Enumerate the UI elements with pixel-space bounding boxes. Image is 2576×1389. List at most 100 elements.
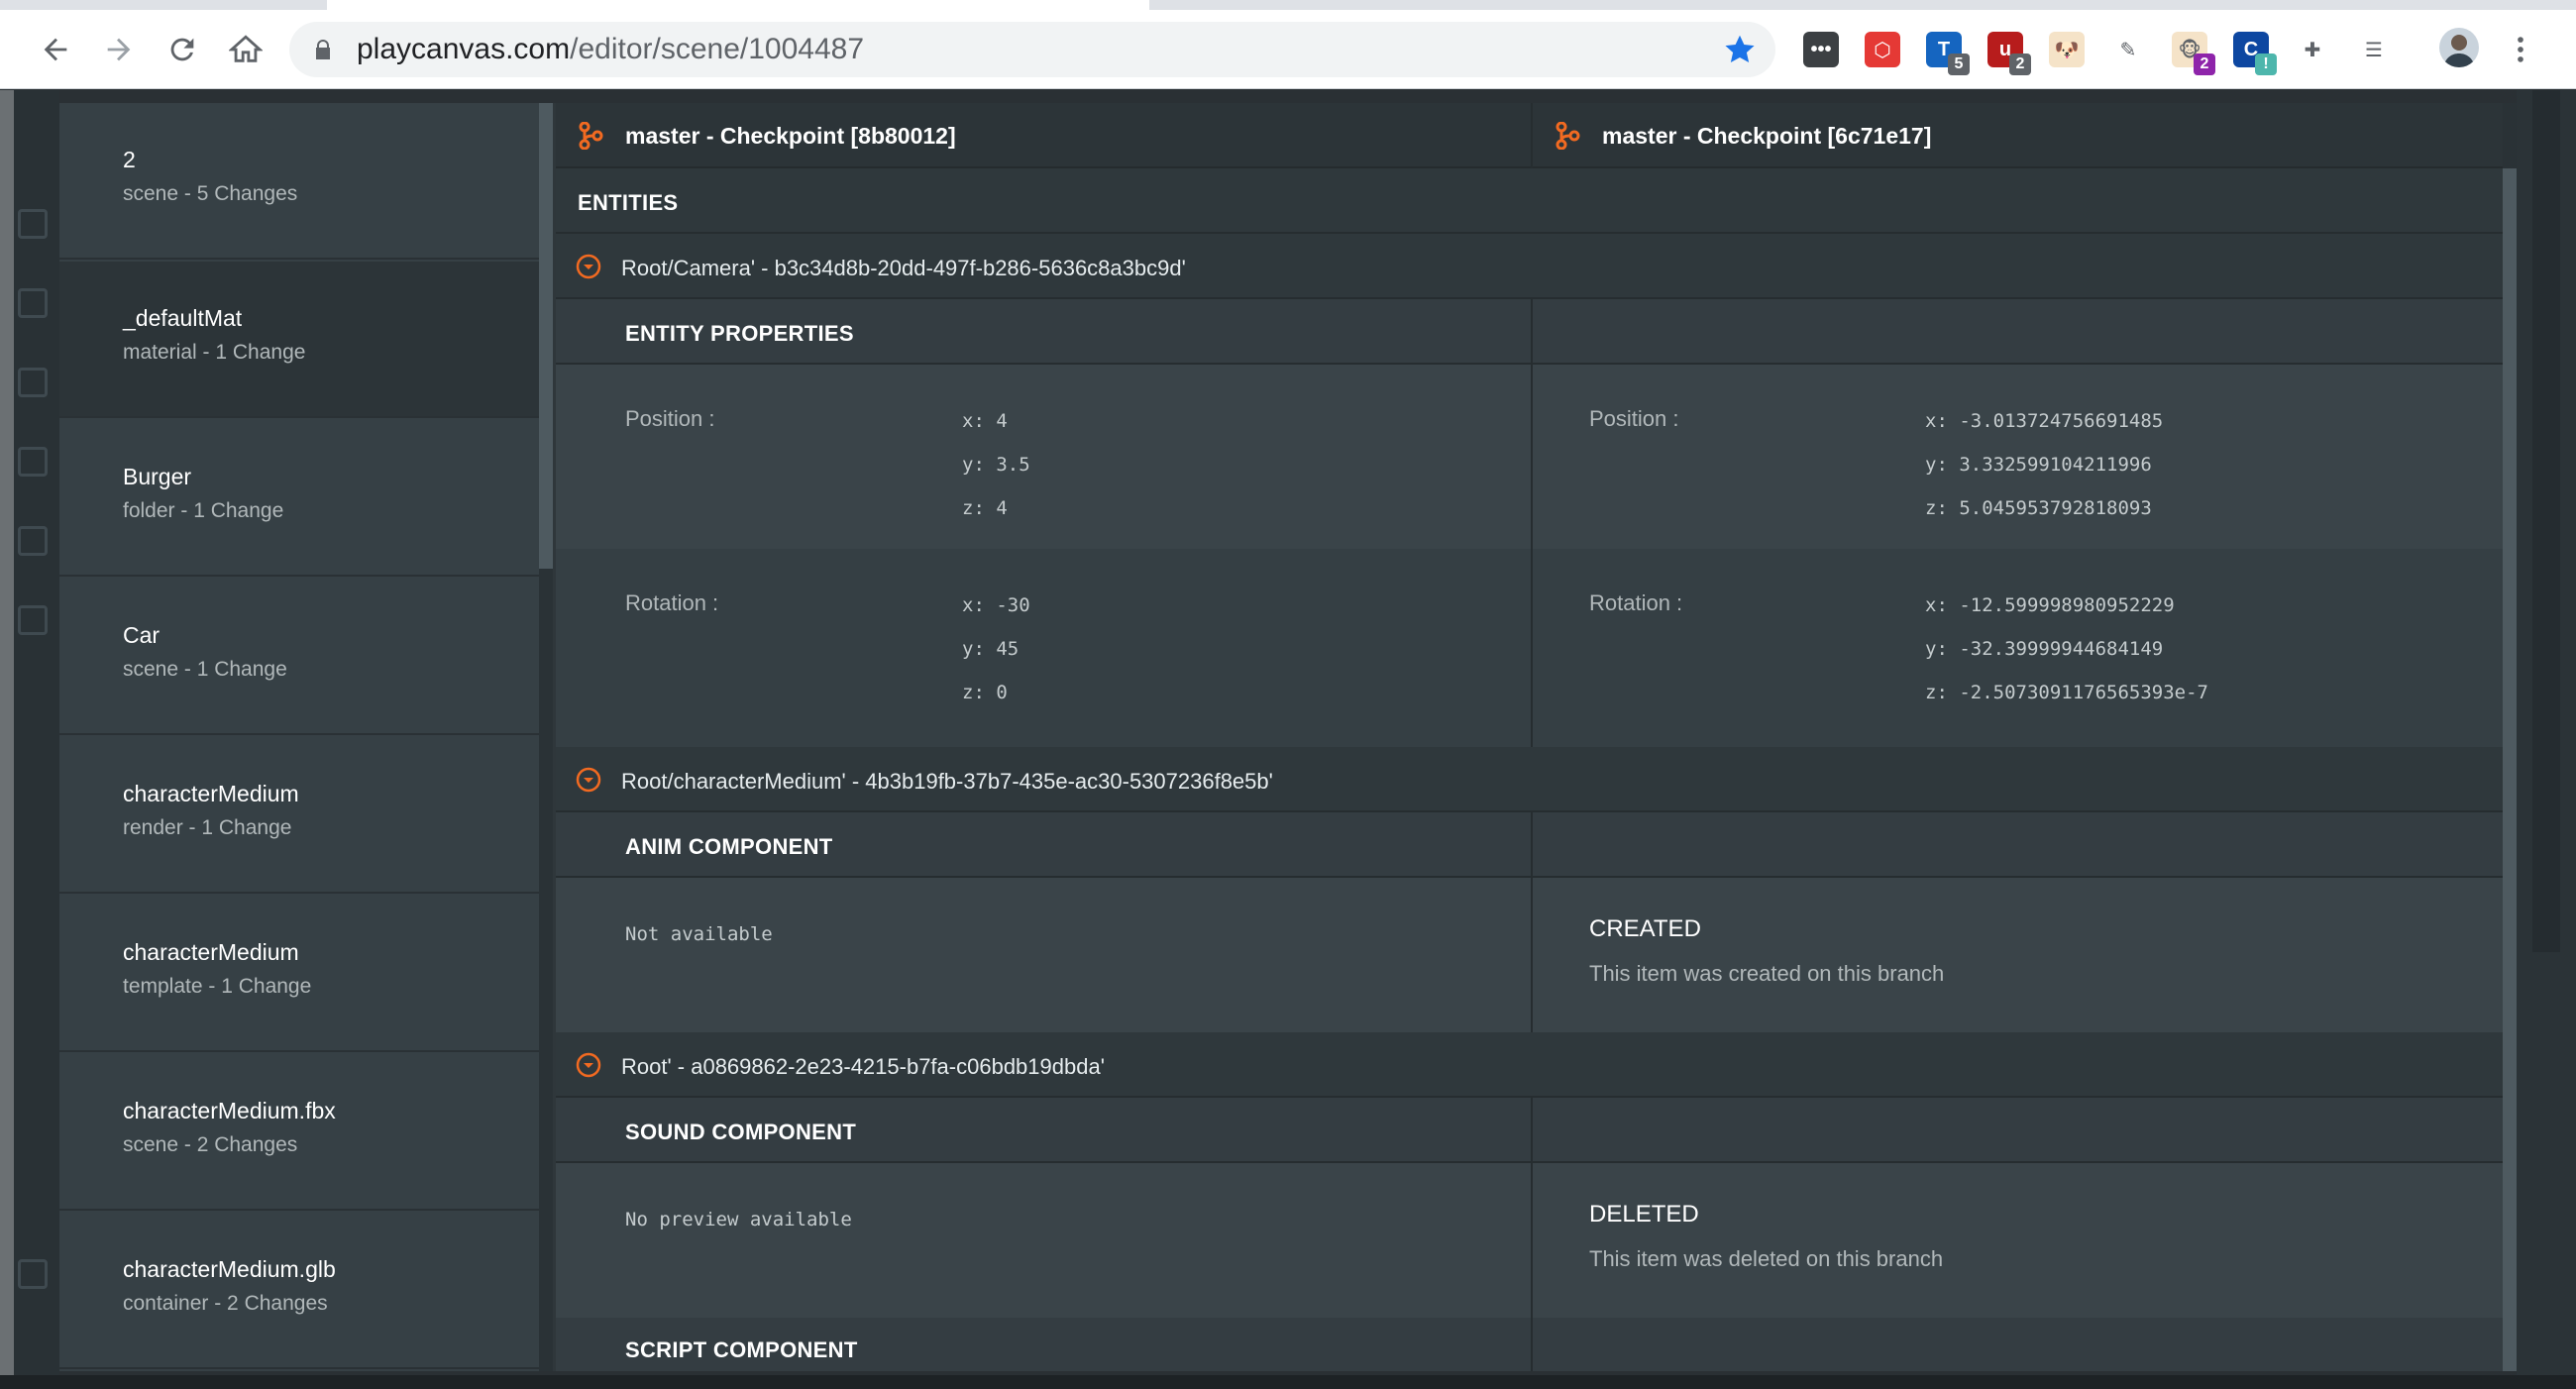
- entity-row[interactable]: Root/Camera' - b3c34d8b-20dd-497f-b286-5…: [556, 234, 2503, 299]
- change-list-item[interactable]: characterMedium render - 1 Change: [59, 737, 539, 894]
- world-tool-icon[interactable]: [18, 526, 48, 556]
- monkey-extension[interactable]: 🐵 2: [2172, 32, 2215, 75]
- change-item-description: folder - 1 Change: [123, 499, 284, 522]
- value-x: x: -3.013724756691485: [1925, 410, 2164, 432]
- c-ring-extension[interactable]: C!: [2233, 32, 2277, 75]
- change-item-name: characterMedium.fbx: [123, 1098, 336, 1123]
- ublock-extension[interactable]: u2: [1987, 32, 2031, 75]
- rotate-tool-icon[interactable]: [18, 288, 48, 318]
- puzzle-extension-icon: ✚: [2304, 39, 2321, 61]
- column-divider: [1531, 1098, 1533, 1163]
- change-list-item[interactable]: Car scene - 1 Change: [59, 579, 539, 735]
- translate-tool-icon[interactable]: [18, 209, 48, 239]
- branch-icon: [579, 122, 603, 150]
- resize-tool-icon[interactable]: [18, 447, 48, 477]
- change-item-description: template - 1 Change: [123, 975, 312, 998]
- change-item-name: Burger: [123, 464, 192, 489]
- more-dots-extension[interactable]: •••: [1803, 32, 1839, 67]
- collapse-circle-icon[interactable]: [576, 1052, 601, 1078]
- browser-menu-button[interactable]: [2497, 26, 2544, 73]
- profile-avatar[interactable]: [2439, 28, 2479, 67]
- change-item-description: material - 1 Change: [123, 341, 306, 364]
- change-item-name: characterMedium: [123, 781, 299, 806]
- left-position-cell: Position : x: 4 y: 3.5 z: 4: [556, 365, 1531, 549]
- bookmark-star-icon[interactable]: [1722, 32, 1758, 67]
- value-x: x: -12.599998980952229: [1925, 594, 2175, 616]
- inspector-scrollbar[interactable]: [2532, 90, 2560, 952]
- entity-path: Root/Camera' - b3c34d8b-20dd-497f-b286-5…: [621, 256, 1186, 280]
- change-list-item[interactable]: Burger folder - 1 Change: [59, 420, 539, 577]
- home-button[interactable]: [222, 26, 269, 73]
- entity-path: Root' - a0869862-2e23-4215-b7fa-c06bdb19…: [621, 1054, 1105, 1079]
- not-available-text: Not available: [625, 923, 773, 945]
- changes-list-scroll-thumb[interactable]: [539, 103, 553, 569]
- lock-icon: [316, 40, 330, 59]
- change-item-description: scene - 5 Changes: [123, 182, 298, 205]
- column-divider: [1531, 878, 1533, 1032]
- left-rotation-cell: Rotation : x: -30 y: 45 z: 0: [556, 549, 1531, 747]
- url-text[interactable]: playcanvas.com/editor/scene/1004487: [357, 34, 864, 65]
- created-status: CREATED: [1589, 915, 1701, 942]
- url-host: playcanvas.com: [357, 33, 571, 65]
- changes-list-scrollbar[interactable]: [539, 103, 553, 1371]
- section-label: SCRIPT COMPONENT: [625, 1337, 858, 1362]
- hex-extension-icon: ⬡: [1874, 39, 1891, 61]
- back-button[interactable]: [32, 26, 79, 73]
- value-z: z: 5.045953792818093: [1925, 497, 2152, 519]
- entities-row: ENTITIES: [556, 168, 2503, 234]
- section-label: SOUND COMPONENT: [625, 1120, 857, 1144]
- entity-row[interactable]: Root/characterMedium' - 4b3b19fb-37b7-43…: [556, 747, 2503, 812]
- column-divider: [1531, 299, 1533, 365]
- extension-badge: 5: [1948, 53, 1970, 75]
- section-label: ANIM COMPONENT: [625, 834, 833, 859]
- reload-button[interactable]: [159, 26, 206, 73]
- right-rotation-cell: Rotation : x: -12.599998980952229 y: -32…: [1533, 549, 2503, 747]
- property-label: Rotation :: [1589, 590, 1683, 615]
- diff-panel: 2 scene - 5 Changes _defaultMat material - …: [59, 103, 2517, 1371]
- pencil-extension[interactable]: ✎: [2110, 32, 2146, 67]
- help-icon[interactable]: [18, 1259, 48, 1289]
- value-y: y: 3.5: [962, 454, 1030, 476]
- bottom-bar: [0, 1375, 2576, 1389]
- hex-extension[interactable]: ⬡: [1865, 32, 1900, 67]
- deleted-description: This item was deleted on this branch: [1589, 1246, 1944, 1271]
- property-label: Rotation :: [625, 590, 719, 615]
- blue-tag-extension[interactable]: T5: [1926, 32, 1970, 75]
- change-list-item[interactable]: characterMedium.glb container - 2 Changes: [59, 1213, 539, 1369]
- kebab-menu-icon: [2518, 37, 2523, 62]
- entity-row[interactable]: Root' - a0869862-2e23-4215-b7fa-c06bdb19…: [556, 1032, 2503, 1098]
- value-y: y: 45: [962, 638, 1020, 660]
- puzzle-extension[interactable]: ✚: [2295, 32, 2330, 67]
- collapse-circle-icon[interactable]: [576, 767, 601, 793]
- value-x: x: -30: [962, 594, 1030, 616]
- created-description: This item was created on this branch: [1589, 961, 1945, 986]
- reading-list-extension[interactable]: ☰: [2356, 32, 2392, 67]
- forward-button[interactable]: [95, 26, 143, 73]
- value-y: y: -32.39999944684149: [1925, 638, 2164, 660]
- diff-scroll-thumb[interactable]: [2503, 168, 2517, 1371]
- page-edge: [0, 90, 14, 1389]
- inspector-strip: [2517, 90, 2576, 1389]
- change-list-item[interactable]: 2 scene - 5 Changes: [59, 103, 539, 260]
- extension-badge: !: [2255, 53, 2277, 75]
- pencil-extension-icon: ✎: [2119, 39, 2137, 61]
- tab-strip: [0, 0, 2576, 10]
- collapse-circle-icon[interactable]: [576, 254, 601, 279]
- change-list-item[interactable]: _defaultMat material - 1 Change: [59, 262, 539, 418]
- magnet-tool-icon[interactable]: [18, 605, 48, 635]
- component-header-row: ANIM COMPONENT: [556, 812, 2503, 878]
- active-tab[interactable]: [327, 0, 1149, 10]
- value-y: y: 3.332599104211996: [1925, 454, 2152, 476]
- left-anim-cell: Not available: [556, 878, 1531, 1032]
- change-item-name: _defaultMat: [123, 305, 243, 331]
- branch-icon: [1556, 122, 1580, 150]
- diff-scrollbar[interactable]: [2503, 103, 2517, 1371]
- change-list-item[interactable]: characterMedium template - 1 Change: [59, 896, 539, 1052]
- address-bar[interactable]: playcanvas.com/editor/scene/1004487: [289, 22, 1775, 77]
- change-list-item[interactable]: characterMedium.fbx scene - 2 Changes: [59, 1054, 539, 1211]
- person-icon: [2443, 35, 2475, 67]
- component-header-row: ENTITY PROPERTIES: [556, 299, 2503, 365]
- left-checkpoint-header: master - Checkpoint [8b80012]: [556, 103, 1531, 168]
- dog-face-extension[interactable]: 🐶: [2049, 32, 2085, 67]
- scale-tool-icon[interactable]: [18, 368, 48, 397]
